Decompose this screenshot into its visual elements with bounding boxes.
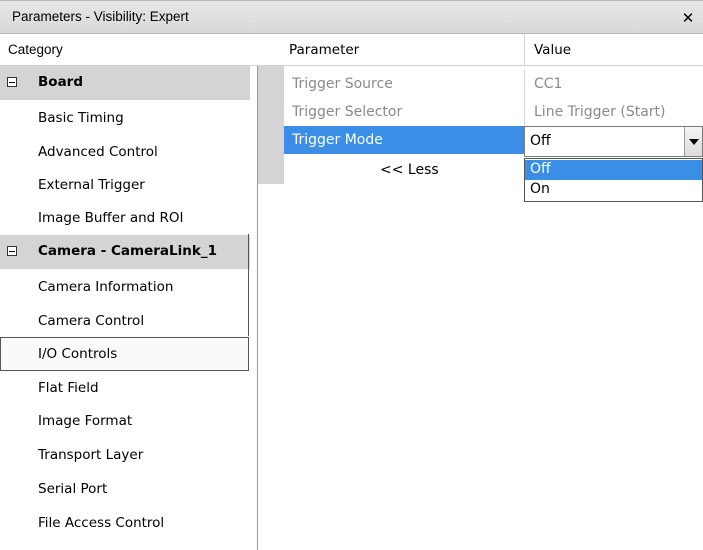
tree-item-flat-field[interactable]: Flat Field xyxy=(0,371,250,405)
parameter-column-header[interactable]: Parameter xyxy=(289,42,359,58)
tree-item-label: File Access Control xyxy=(38,515,165,531)
tree-item-serial-port[interactable]: Serial Port xyxy=(0,472,250,506)
tree-item-label: Transport Layer xyxy=(38,447,144,463)
close-icon[interactable]: ✕ xyxy=(677,7,699,29)
trigger-mode-select[interactable]: Off xyxy=(524,126,703,157)
title-bar: Parameters - Visibility: Expert ✕ xyxy=(0,0,703,34)
category-header-label: Category xyxy=(8,42,63,57)
column-divider xyxy=(524,98,525,126)
param-row-trigger-source[interactable]: Trigger Source CC1 xyxy=(284,70,703,98)
collapse-icon[interactable] xyxy=(7,246,17,256)
tree-item-image-format[interactable]: Image Format xyxy=(0,404,250,438)
tree-item-label: Flat Field xyxy=(38,380,99,396)
select-value: Off xyxy=(530,133,551,149)
tree-item-label: Image Buffer and ROI xyxy=(38,210,184,226)
trigger-mode-options: Off On xyxy=(524,158,703,202)
tree-item-advanced-control[interactable]: Advanced Control xyxy=(0,135,250,169)
tree-item-label: Serial Port xyxy=(38,481,108,497)
row-gutter xyxy=(258,66,284,184)
param-row-trigger-selector[interactable]: Trigger Selector Line Trigger (Start) xyxy=(284,98,703,126)
tree-group-board[interactable]: Board xyxy=(0,66,250,100)
less-button[interactable]: << Less xyxy=(380,162,439,178)
param-row-trigger-mode[interactable]: Trigger Mode xyxy=(284,126,524,154)
tree-item-label: Camera Information xyxy=(38,279,174,295)
value-column-header[interactable]: Value xyxy=(534,42,571,58)
param-value: CC1 xyxy=(534,76,563,92)
tree-item-camera-information[interactable]: Camera Information xyxy=(0,270,250,304)
category-tree: Board Basic Timing Advanced Control Exte… xyxy=(0,66,258,550)
parameters-header: Parameter Value xyxy=(258,34,703,66)
option-off[interactable]: Off xyxy=(525,160,702,180)
option-label: Off xyxy=(530,161,551,177)
tree-group-camera[interactable]: Camera - CameraLink_1 xyxy=(0,235,250,269)
tree-item-transport-layer[interactable]: Transport Layer xyxy=(0,438,250,472)
window-title: Parameters - Visibility: Expert xyxy=(12,9,189,24)
tree-item-label: I/O Controls xyxy=(38,346,118,362)
tree-item-camera-control[interactable]: Camera Control xyxy=(0,304,250,338)
tree-item-file-access-control[interactable]: File Access Control xyxy=(0,506,250,540)
column-divider xyxy=(524,70,525,98)
tree-item-label: Image Format xyxy=(38,413,133,429)
tree-item-label: Advanced Control xyxy=(38,144,158,160)
param-name: Trigger Mode xyxy=(292,132,383,148)
collapse-icon[interactable] xyxy=(7,77,17,87)
tree-group-label: Board xyxy=(38,74,83,90)
column-divider[interactable] xyxy=(524,34,525,66)
selection-divider xyxy=(248,234,249,336)
option-on[interactable]: On xyxy=(525,180,702,200)
tree-group-label: Camera - CameraLink_1 xyxy=(38,243,217,259)
param-value: Line Trigger (Start) xyxy=(534,104,666,120)
tree-item-external-trigger[interactable]: External Trigger xyxy=(0,168,250,202)
tree-item-label: Basic Timing xyxy=(38,110,124,126)
tree-item-label: External Trigger xyxy=(38,177,145,193)
param-name: Trigger Selector xyxy=(292,104,403,120)
chevron-down-icon[interactable] xyxy=(684,127,702,156)
tree-item-io-controls[interactable]: I/O Controls xyxy=(0,337,249,371)
tree-item-label: Camera Control xyxy=(38,313,145,329)
option-label: On xyxy=(530,181,550,197)
tree-item-image-buffer-roi[interactable]: Image Buffer and ROI xyxy=(0,201,250,235)
category-header: Category xyxy=(0,34,258,66)
param-name: Trigger Source xyxy=(292,76,393,92)
tree-item-basic-timing[interactable]: Basic Timing xyxy=(0,101,250,135)
